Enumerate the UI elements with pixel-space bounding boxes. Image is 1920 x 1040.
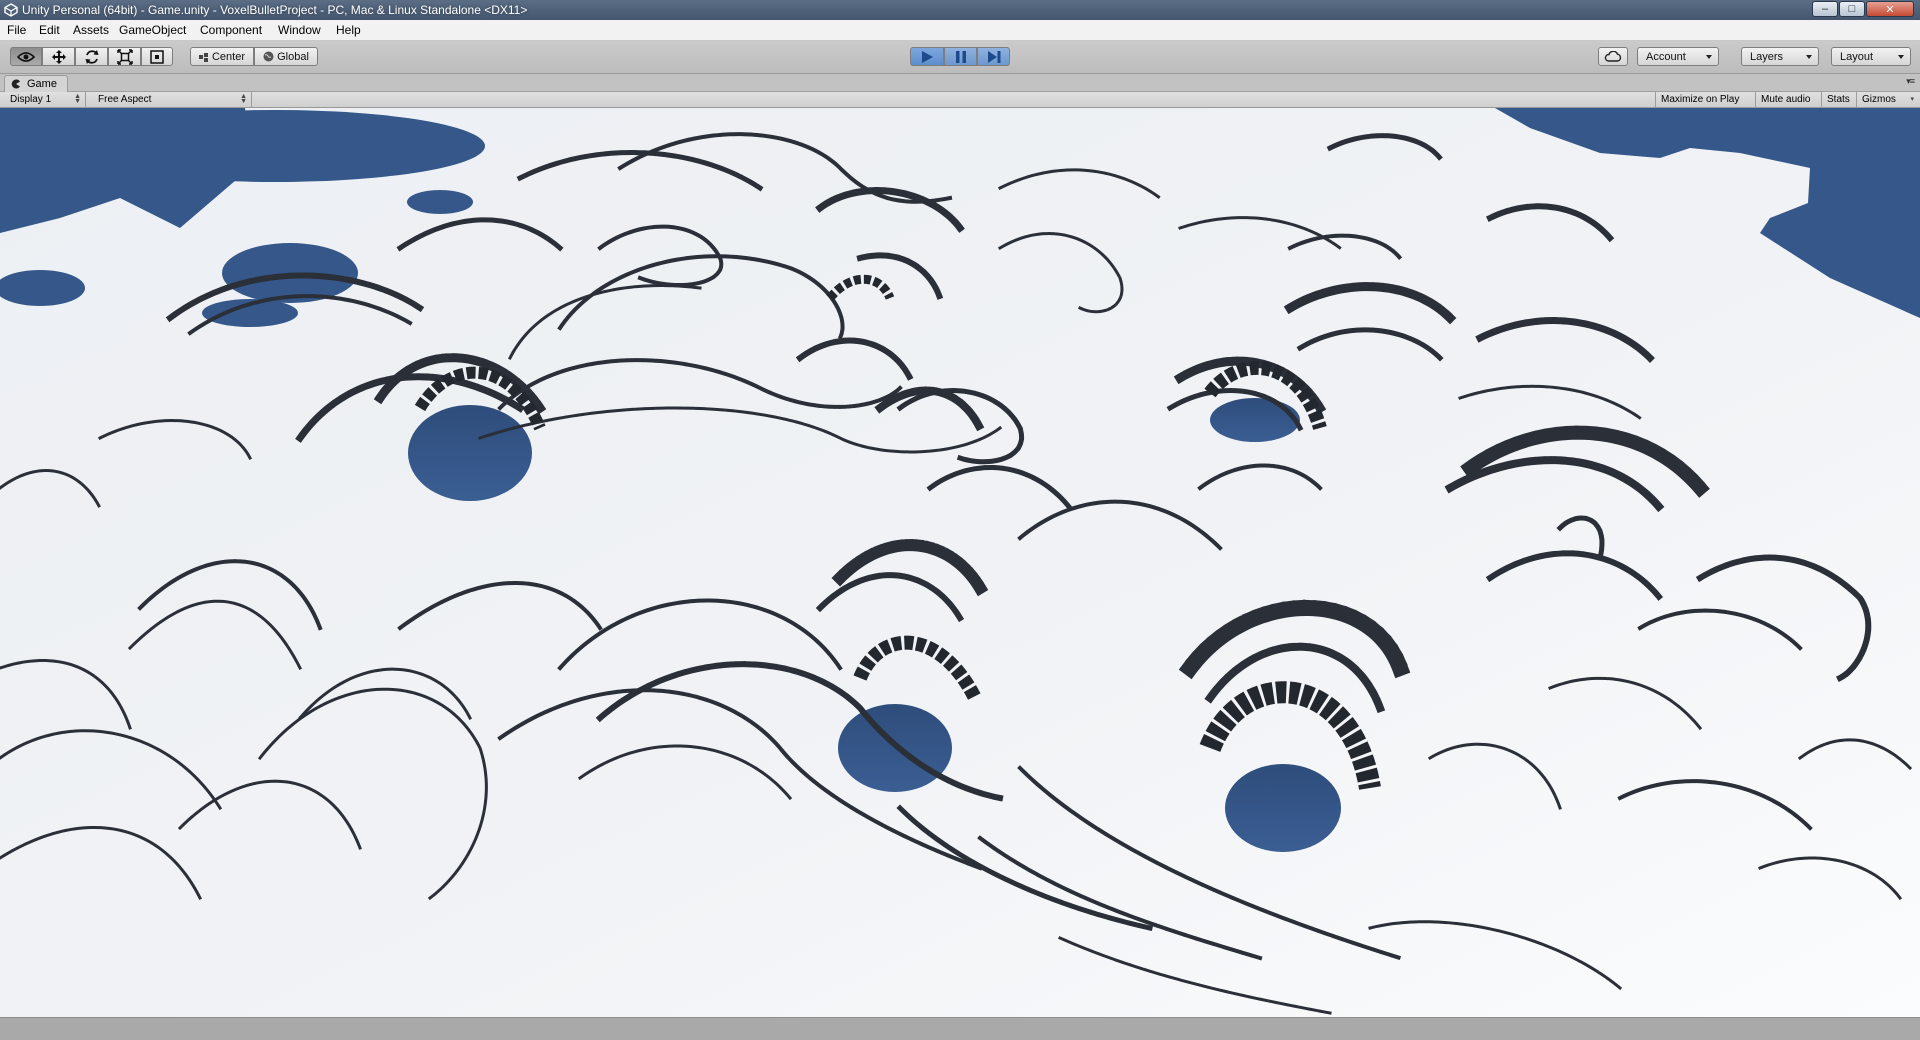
pivot-label: Center <box>211 50 246 63</box>
pause-button[interactable] <box>944 47 977 66</box>
step-icon <box>987 50 1000 63</box>
maximize-on-play-toggle[interactable]: Maximize on Play <box>1655 92 1755 107</box>
display-label: Display 1 <box>10 94 52 105</box>
maximize-icon: □ <box>1848 3 1856 15</box>
global-space-toggle[interactable]: Global <box>254 47 318 66</box>
menu-help[interactable]: Help <box>336 23 361 37</box>
rect-tool-button[interactable] <box>141 47 173 66</box>
gizmos-label: Gizmos <box>1862 94 1896 105</box>
step-button[interactable] <box>977 47 1010 66</box>
rotate-icon <box>85 49 98 64</box>
layout-dropdown[interactable]: Layout <box>1831 47 1911 66</box>
title-bar: Unity Personal (64bit) - Game.unity - Vo… <box>0 0 1920 20</box>
space-label: Global <box>277 50 309 63</box>
spinner-arrows-icon: ▲ ▼ <box>74 93 81 105</box>
cloud-icon <box>1604 51 1622 62</box>
mute-audio-label: Mute audio <box>1761 94 1811 105</box>
scale-icon <box>116 48 133 65</box>
move-arrows-icon <box>51 49 66 64</box>
voxel-terrain-render <box>0 108 1920 1017</box>
account-dropdown[interactable]: Account <box>1637 47 1719 66</box>
stats-toggle[interactable]: Stats <box>1821 92 1856 107</box>
mute-audio-toggle[interactable]: Mute audio <box>1755 92 1821 107</box>
pacman-icon <box>11 79 20 89</box>
play-icon <box>922 50 933 63</box>
chevron-down-icon <box>1898 55 1904 59</box>
move-tool-button[interactable] <box>42 47 75 66</box>
scale-tool-button[interactable] <box>108 47 141 66</box>
cloud-services-button[interactable] <box>1598 47 1628 66</box>
pivot-center-toggle[interactable]: Center <box>190 47 254 66</box>
game-tab-strip: Game ▾≡ <box>0 74 1920 92</box>
pause-icon <box>955 50 966 63</box>
account-label: Account <box>1646 50 1686 63</box>
unity-logo-icon <box>4 3 18 17</box>
aspect-select[interactable]: Free Aspect ▲ ▼ <box>92 92 252 107</box>
spinner-arrows-icon: ▲ ▼ <box>240 93 247 105</box>
window-title: Unity Personal (64bit) - Game.unity - Vo… <box>22 3 528 17</box>
menu-bar: File Edit Assets GameObject Component Wi… <box>0 20 1920 41</box>
play-button[interactable] <box>910 47 944 66</box>
menu-gameobject[interactable]: GameObject <box>119 23 186 37</box>
tab-game-label: Game <box>27 78 57 90</box>
minimize-icon: ‒ <box>1821 3 1829 15</box>
menu-window[interactable]: Window <box>278 23 321 37</box>
game-view-toolbar: Display 1 ▲ ▼ Free Aspect ▲ ▼ Maximize on … <box>0 92 1920 108</box>
aspect-label: Free Aspect <box>98 94 152 105</box>
rect-icon <box>150 49 164 64</box>
menu-edit[interactable]: Edit <box>39 23 60 37</box>
rotate-tool-button[interactable] <box>75 47 108 66</box>
stats-label: Stats <box>1827 94 1850 105</box>
layout-label: Layout <box>1840 50 1874 63</box>
chevron-down-icon <box>1706 55 1712 59</box>
chevron-down-icon: ▾ <box>1910 96 1914 103</box>
main-toolbar: Center Global Account Layers Layout <box>0 41 1920 74</box>
view-tool-button[interactable] <box>10 47 42 66</box>
status-bar <box>0 1017 1920 1040</box>
eye-icon <box>17 51 35 62</box>
game-viewport[interactable] <box>0 108 1920 1017</box>
menu-assets[interactable]: Assets <box>73 23 109 37</box>
chevron-down-icon <box>1806 55 1812 59</box>
close-icon: ✕ <box>1885 3 1895 16</box>
maximize-button[interactable]: □ <box>1839 1 1865 17</box>
display-select[interactable]: Display 1 ▲ ▼ <box>4 92 86 107</box>
globe-icon <box>263 51 274 62</box>
gizmos-dropdown[interactable]: Gizmos ▾ <box>1856 92 1918 107</box>
layers-label: Layers <box>1750 50 1784 63</box>
maximize-on-play-label: Maximize on Play <box>1661 94 1740 105</box>
tab-game[interactable]: Game <box>4 75 68 92</box>
tab-options-icon[interactable]: ▾≡ <box>1906 76 1915 87</box>
close-button[interactable]: ✕ <box>1866 1 1914 17</box>
menu-file[interactable]: File <box>7 23 26 37</box>
layers-dropdown[interactable]: Layers <box>1741 47 1819 66</box>
minimize-button[interactable]: ‒ <box>1812 1 1838 17</box>
menu-component[interactable]: Component <box>200 23 262 37</box>
pivot-icon <box>198 52 208 62</box>
